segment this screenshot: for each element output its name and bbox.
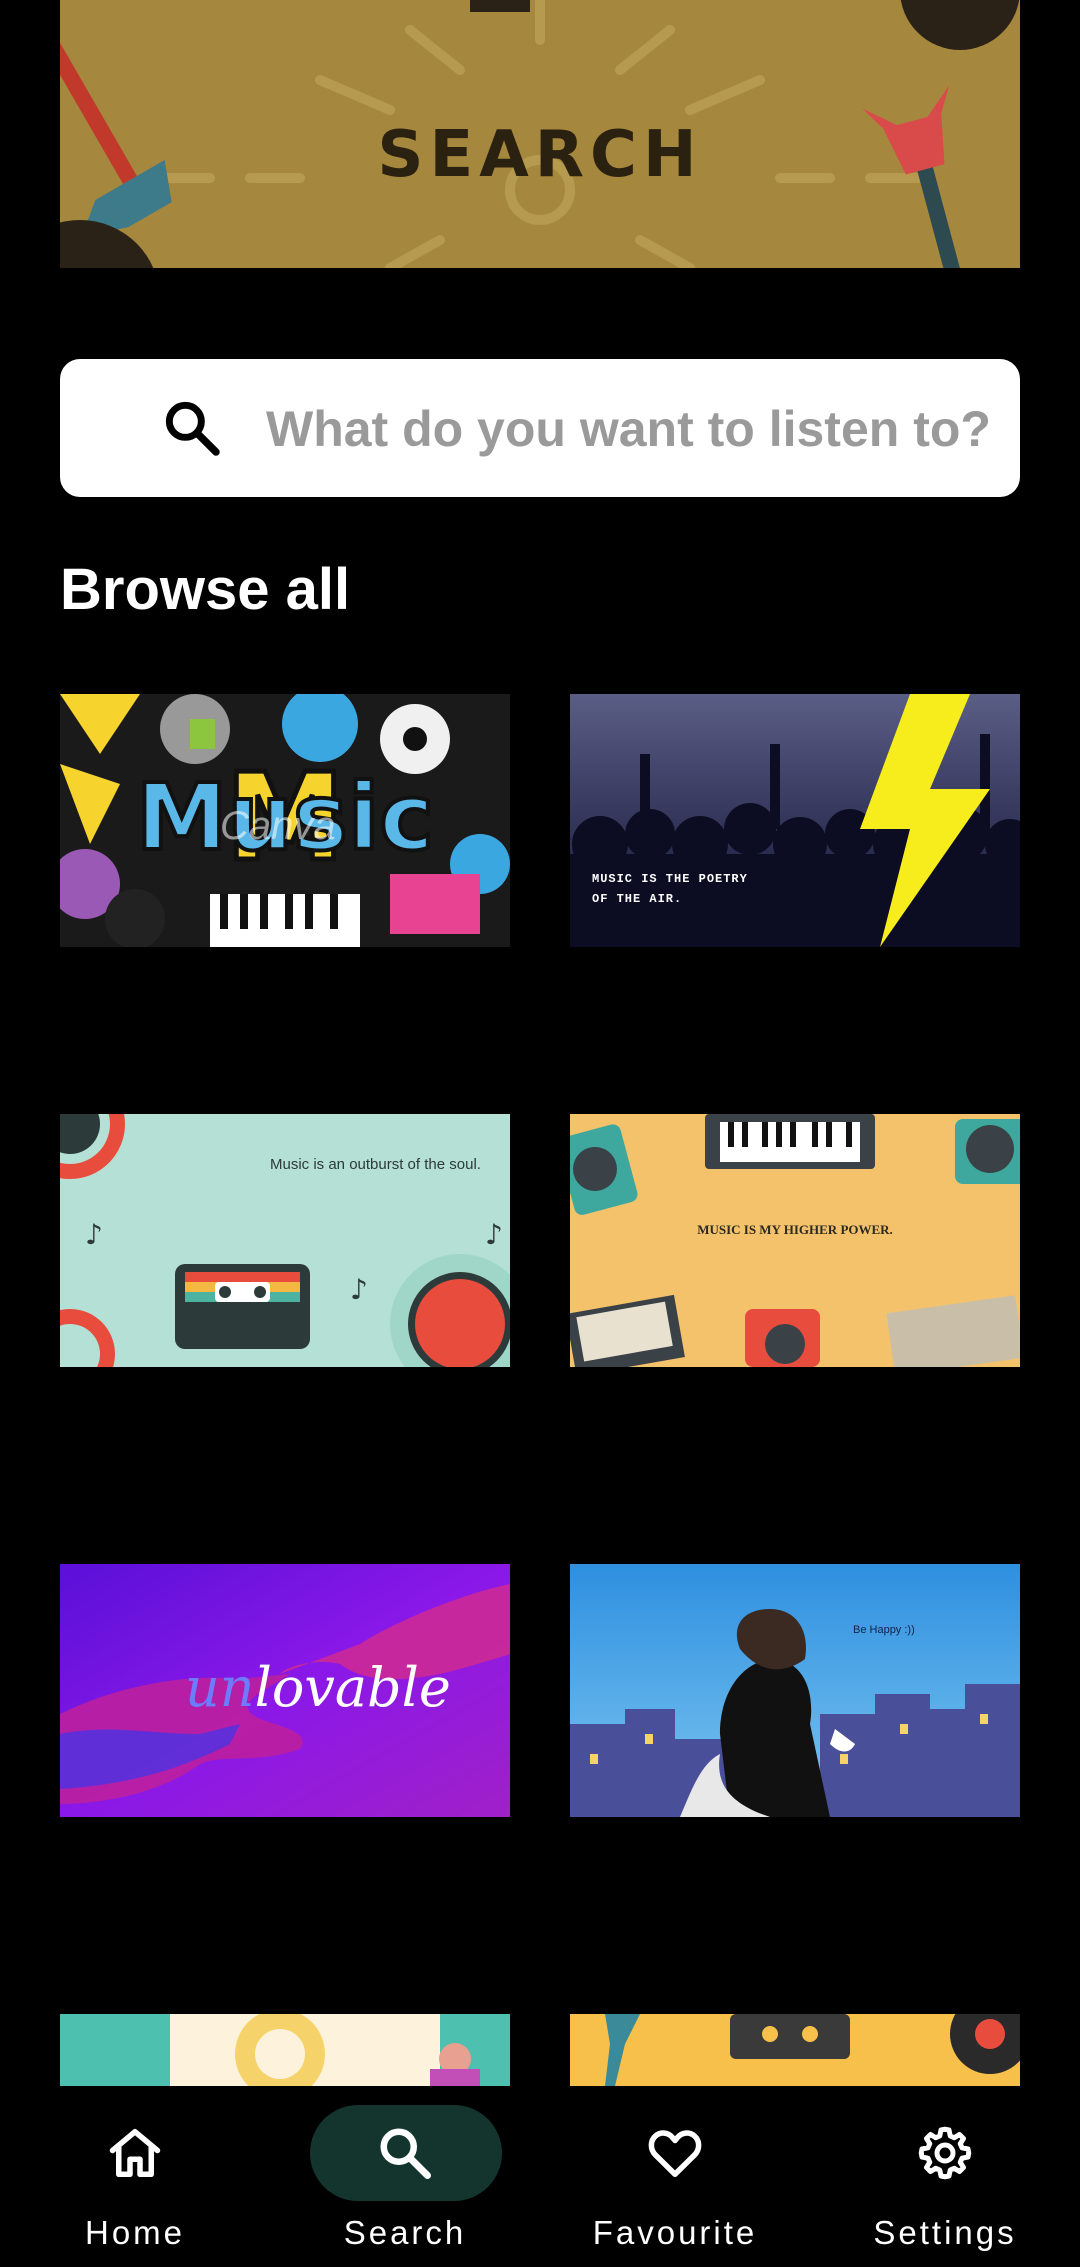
nav-item-home[interactable]: Home bbox=[0, 2086, 270, 2267]
bottom-navigation: Home Search Favourite Settings bbox=[0, 2086, 1080, 2267]
genre-card[interactable] bbox=[60, 2014, 510, 2086]
search-icon bbox=[380, 2128, 431, 2179]
card-artwork bbox=[570, 1564, 1020, 1817]
section-title: Browse all bbox=[60, 557, 351, 622]
card-caption-prefix: un bbox=[185, 1656, 255, 1719]
genre-card[interactable]: MUSIC IS MY HIGHER POWER. bbox=[570, 1114, 1020, 1367]
genre-card[interactable]: ♪ ♪ ♪ Music is an outburst of the soul. bbox=[60, 1114, 510, 1367]
card-artwork bbox=[570, 2014, 1020, 2086]
card-artwork bbox=[570, 694, 1020, 947]
card-caption-line2: OF THE AIR. bbox=[592, 892, 683, 906]
card-artwork: ♪ ♪ ♪ bbox=[60, 1114, 510, 1367]
search-input[interactable] bbox=[264, 393, 1008, 465]
nav-label: Favourite bbox=[592, 2214, 758, 2251]
svg-text:♪: ♪ bbox=[485, 1218, 503, 1251]
gear-icon bbox=[918, 2126, 972, 2180]
card-caption: MUSIC IS MY HIGHER POWER. bbox=[697, 1222, 893, 1237]
card-caption-main: lovable bbox=[254, 1656, 451, 1719]
banner-title: SEARCH bbox=[377, 118, 703, 192]
genre-card[interactable]: M Music Canva bbox=[60, 694, 510, 947]
genre-card[interactable]: Be Happy :)) bbox=[570, 1564, 1020, 1817]
nav-item-settings[interactable]: Settings bbox=[810, 2086, 1080, 2267]
genre-card[interactable] bbox=[570, 2014, 1020, 2086]
search-icon bbox=[165, 401, 220, 456]
nav-label: Home bbox=[84, 2214, 186, 2251]
nav-item-search[interactable]: Search bbox=[270, 2086, 540, 2267]
card-watermark: Canva bbox=[220, 804, 336, 848]
card-artwork bbox=[570, 1114, 1020, 1367]
svg-text:♪: ♪ bbox=[85, 1218, 103, 1251]
genre-card[interactable]: unlovable bbox=[60, 1564, 510, 1817]
svg-text:♪: ♪ bbox=[350, 1273, 368, 1306]
search-field[interactable] bbox=[60, 359, 1020, 497]
genre-card[interactable]: MUSIC IS THE POETRY OF THE AIR. bbox=[570, 694, 1020, 947]
card-caption: Music is an outburst of the soul. bbox=[270, 1156, 481, 1173]
nav-item-favourite[interactable]: Favourite bbox=[540, 2086, 810, 2267]
card-artwork bbox=[60, 2014, 510, 2086]
home-icon bbox=[109, 2129, 161, 2177]
nav-label: Settings bbox=[873, 2214, 1017, 2251]
card-caption: Be Happy :)) bbox=[853, 1624, 915, 1636]
heart-icon bbox=[648, 2130, 702, 2177]
search-banner: SEARCH bbox=[60, 0, 1020, 268]
nav-label: Search bbox=[343, 2214, 467, 2251]
card-caption-line1: MUSIC IS THE POETRY bbox=[592, 872, 748, 886]
